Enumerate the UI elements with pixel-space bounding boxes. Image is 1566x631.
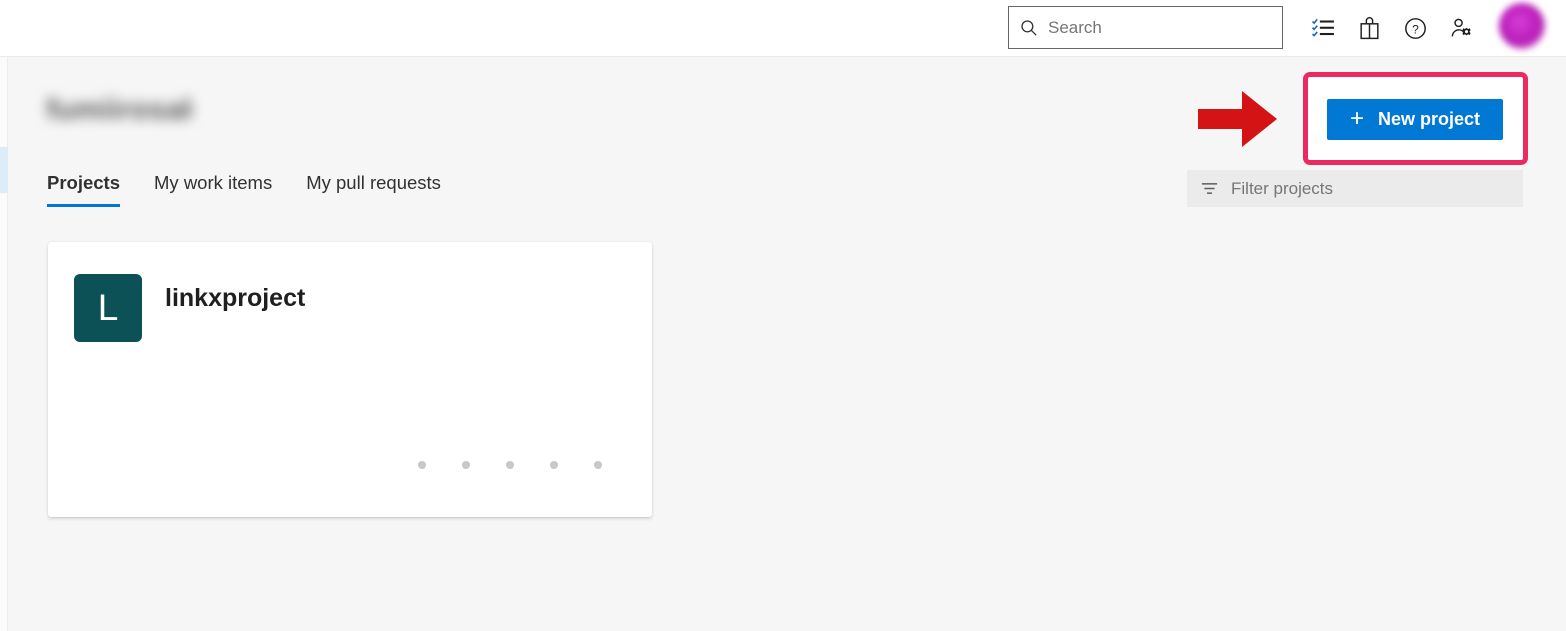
marketplace-bag-icon bbox=[1359, 16, 1379, 39]
tab-my-work-items[interactable]: My work items bbox=[154, 172, 272, 207]
project-name: linkxproject bbox=[165, 284, 306, 312]
left-nav-rail bbox=[0, 57, 8, 631]
search-input[interactable] bbox=[1048, 17, 1272, 38]
project-card-dots bbox=[418, 461, 602, 469]
filter-projects-box[interactable] bbox=[1187, 170, 1523, 207]
card-dot bbox=[506, 461, 514, 469]
svg-text:?: ? bbox=[1412, 22, 1419, 36]
page-root: ? fumiirosaka Projects My work items My … bbox=[0, 0, 1566, 631]
project-avatar: L bbox=[74, 274, 142, 342]
top-header-bar: ? bbox=[0, 0, 1566, 57]
new-project-button[interactable]: + New project bbox=[1327, 99, 1503, 140]
card-dot bbox=[418, 461, 426, 469]
tab-my-pull-requests[interactable]: My pull requests bbox=[306, 172, 441, 207]
card-dot bbox=[462, 461, 470, 469]
user-settings-icon-button[interactable] bbox=[1438, 6, 1484, 50]
help-circle-icon-button[interactable]: ? bbox=[1392, 6, 1438, 50]
filter-icon bbox=[1201, 183, 1218, 194]
search-box[interactable] bbox=[1008, 6, 1283, 49]
checklist-icon-button[interactable] bbox=[1300, 6, 1346, 50]
user-avatar[interactable] bbox=[1499, 3, 1545, 49]
left-rail-selected-indicator[interactable] bbox=[0, 147, 8, 193]
card-dot bbox=[550, 461, 558, 469]
user-settings-icon bbox=[1451, 18, 1471, 37]
card-dot bbox=[594, 461, 602, 469]
help-circle-icon: ? bbox=[1404, 17, 1426, 39]
marketplace-bag-icon-button[interactable] bbox=[1346, 6, 1392, 50]
organization-title: fumiirosaka bbox=[46, 93, 192, 126]
new-project-button-label: New project bbox=[1377, 109, 1481, 129]
tab-projects[interactable]: Projects bbox=[47, 172, 121, 207]
page-tabs: Projects My work items My pull requests bbox=[47, 172, 475, 207]
search-icon bbox=[1021, 19, 1037, 36]
filter-projects-input[interactable] bbox=[1231, 178, 1510, 199]
project-card[interactable]: L linkxproject bbox=[48, 242, 652, 517]
plus-icon: + bbox=[1349, 104, 1364, 132]
header-icon-group: ? bbox=[1300, 6, 1484, 50]
checklist-icon bbox=[1311, 18, 1334, 37]
red-arrow-annotation bbox=[1198, 91, 1277, 147]
